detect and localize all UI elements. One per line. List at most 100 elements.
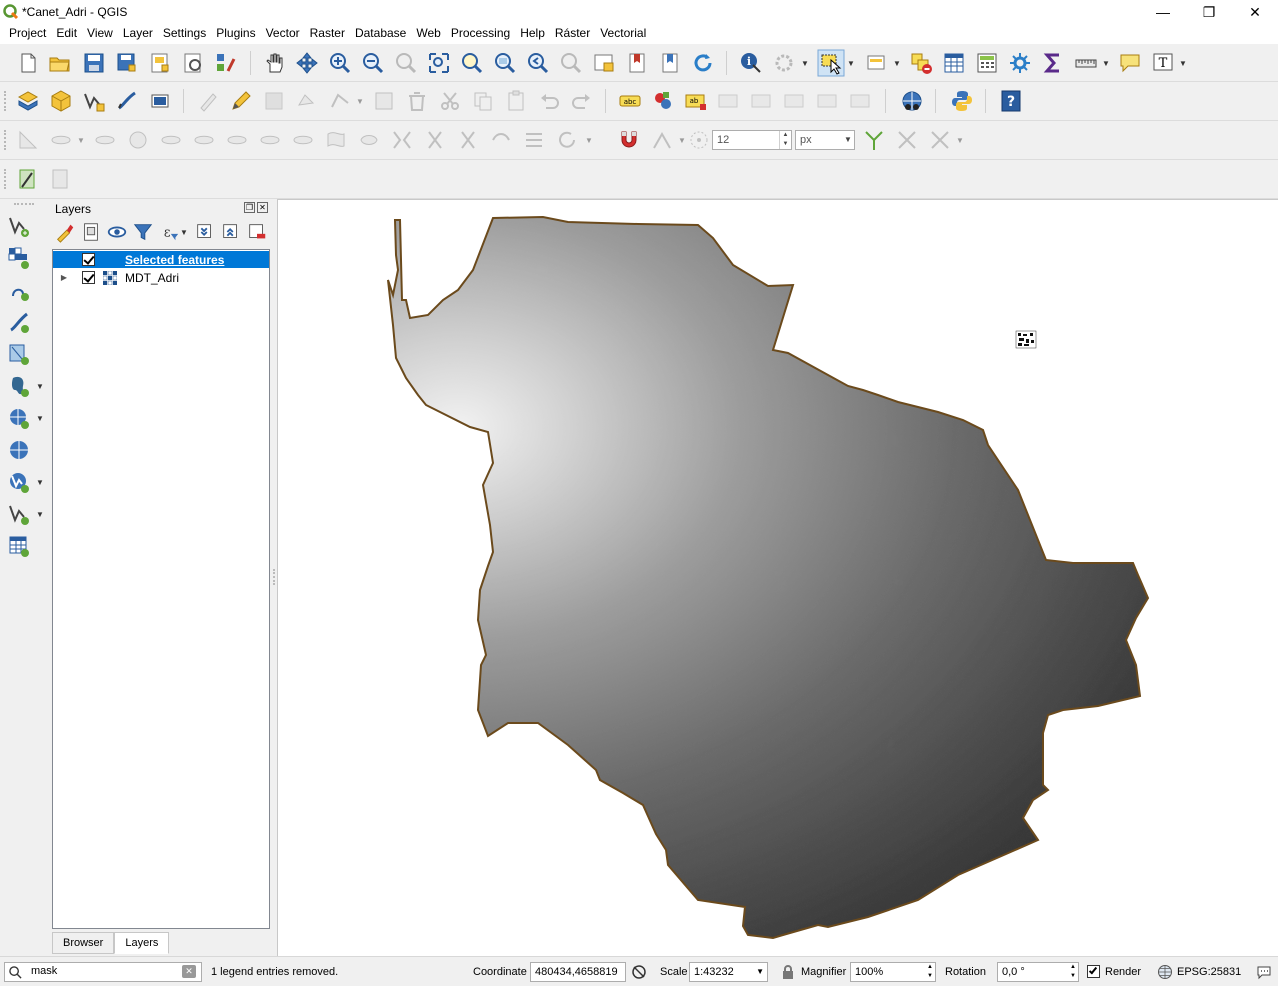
python-console-icon[interactable] [950,89,974,113]
refresh-icon[interactable] [691,51,715,75]
topological-editing-icon[interactable] [862,128,886,152]
menu-layer[interactable]: Layer [118,24,158,44]
rotation-spinbox[interactable]: 0,0 ° ▲ ▼ [997,962,1079,982]
menu-settings[interactable]: Settings [158,24,211,44]
spinbox-arrows[interactable]: ▲ ▼ [1070,963,1076,981]
chevron-down-icon[interactable]: ▼ [36,502,44,526]
add-wms-layer-icon[interactable] [7,406,31,430]
layer-visibility-checkbox[interactable] [82,271,95,284]
pan-to-selection-icon[interactable] [295,51,319,75]
new-print-layout-icon[interactable] [148,51,172,75]
zoom-full-icon[interactable] [427,51,451,75]
menu-database[interactable]: Database [350,24,411,44]
chevron-down-icon[interactable]: ▼ [36,374,44,398]
collapse-all-icon[interactable] [220,221,242,243]
chevron-down-icon[interactable]: ▼ [1179,51,1187,75]
field-calculator-icon[interactable] [975,51,999,75]
coordinate-field[interactable]: 480434,4658819 [530,962,626,982]
manage-map-themes-icon[interactable] [106,221,128,243]
scale-combobox[interactable]: 1:43232 ▼ [689,962,768,982]
restore-button[interactable]: ❐ [1186,0,1232,24]
menu-raster[interactable]: Raster [305,24,350,44]
lock-scale-icon[interactable] [781,964,795,980]
menu-edit[interactable]: Edit [51,24,82,44]
layout-manager-icon[interactable] [181,51,205,75]
open-attribute-table-icon[interactable] [942,51,966,75]
snap-units-select[interactable]: px ▼ [795,130,855,150]
menu-vector[interactable]: Vector [261,24,305,44]
select-by-value-icon[interactable] [865,51,889,75]
layer-item-selected-features[interactable]: Selected features [53,251,269,268]
snap-tolerance-input[interactable]: 12 ▲ ▼ [712,130,792,150]
layer-item-mdt-adri[interactable]: ▶ MDT_Adri [53,269,269,286]
layer-diagram-icon[interactable] [651,89,675,113]
new-shapefile-icon[interactable] [82,89,106,113]
georeferencer-icon[interactable] [16,167,40,191]
search-input[interactable]: mask [31,965,57,977]
toolbar-grip[interactable] [4,130,8,150]
menu-processing[interactable]: Processing [446,24,515,44]
spinbox-arrows[interactable]: ▲ ▼ [927,963,933,981]
snapping-magnet-icon[interactable] [617,128,641,152]
save-as-icon[interactable] [115,51,139,75]
menu-view[interactable]: View [82,24,118,44]
new-project-icon[interactable] [16,51,40,75]
style-manager-icon[interactable] [214,51,238,75]
map-tips-icon[interactable] [1118,51,1142,75]
processing-toolbox-icon[interactable] [1008,51,1032,75]
zoom-to-layer-icon[interactable] [493,51,517,75]
add-delimited-text-icon[interactable] [7,310,31,334]
panel-splitter[interactable] [272,199,276,956]
chevron-down-icon[interactable]: ▼ [1102,51,1110,75]
new-attribute-table-layer-icon[interactable] [7,534,31,558]
pan-map-icon[interactable] [262,51,286,75]
help-icon[interactable]: ? [999,89,1023,113]
toolbar-grip[interactable] [14,203,34,206]
crs-value[interactable]: EPSG:25831 [1177,966,1241,978]
expand-all-icon[interactable] [194,221,216,243]
add-group-icon[interactable] [80,221,102,243]
minimize-button[interactable]: — [1140,0,1186,24]
menu-plugins[interactable]: Plugins [211,24,260,44]
chevron-down-icon[interactable]: ▼ [847,51,855,75]
toggle-editing-icon[interactable] [229,89,253,113]
chevron-down-icon[interactable]: ▼ [36,470,44,494]
select-features-icon[interactable] [817,49,845,77]
new-map-view-icon[interactable] [592,51,616,75]
new-virtual-layer-icon[interactable] [148,89,172,113]
add-postgis-layer-icon[interactable] [7,374,31,398]
menu-web[interactable]: Web [411,24,445,44]
crs-globe-icon[interactable] [1157,964,1173,980]
add-raster-layer-icon[interactable] [7,246,31,270]
magnifier-spinbox[interactable]: 100% ▲ ▼ [850,962,936,982]
menu-project[interactable]: Project [4,24,51,44]
locator-search-box[interactable]: mask ✕ [4,962,202,982]
tab-browser[interactable]: Browser [52,932,115,954]
chevron-down-icon[interactable]: ▼ [180,221,188,243]
chevron-down-icon[interactable]: ▼ [801,51,809,75]
map-canvas[interactable] [277,199,1278,956]
add-wcs-layer-icon[interactable] [7,438,31,462]
close-panel-icon[interactable]: ✕ [257,202,268,213]
new-temporary-layer-icon[interactable] [115,89,139,113]
chevron-down-icon[interactable]: ▼ [756,963,764,981]
layer-visibility-checkbox[interactable] [82,253,95,266]
chevron-down-icon[interactable]: ▼ [893,51,901,75]
filter-legend-icon[interactable] [132,221,154,243]
messages-icon[interactable] [1256,964,1272,980]
tab-layers[interactable]: Layers [114,932,170,954]
zoom-in-icon[interactable] [328,51,352,75]
chevron-down-icon[interactable]: ▼ [36,406,44,430]
add-mesh-layer-icon[interactable] [7,278,31,302]
text-annotation-icon[interactable]: T [1151,51,1175,75]
open-project-icon[interactable] [48,51,72,75]
open-layer-styling-icon[interactable] [54,221,76,243]
show-bookmarks-icon[interactable] [658,51,682,75]
menu-raster-es[interactable]: Ráster [550,24,595,44]
zoom-last-icon[interactable] [526,51,550,75]
filter-by-expression-icon[interactable]: ε [158,221,180,243]
statistical-summary-icon[interactable] [1041,51,1065,75]
save-project-icon[interactable] [82,51,106,75]
highlight-pinned-labels-icon[interactable]: ab [684,89,708,113]
lat-lon-tools-icon[interactable] [900,89,924,113]
